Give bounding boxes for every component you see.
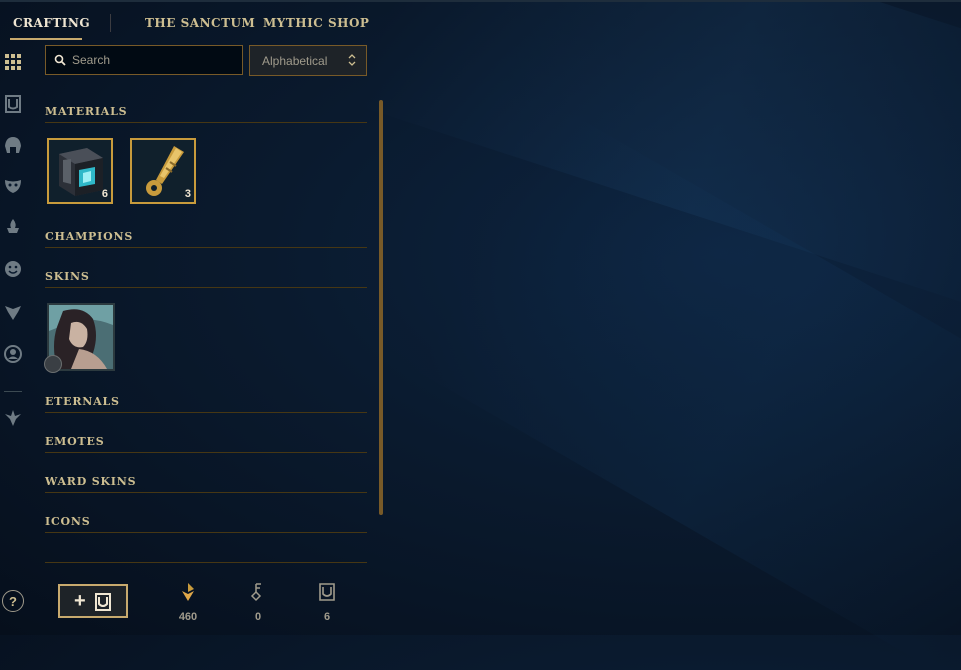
section-skins[interactable]: SKINS [45,265,367,288]
section-title: SKINS [45,270,90,283]
tab-crafting[interactable]: CRAFTING [13,16,90,30]
material-hextech-key[interactable]: 3 [130,138,196,204]
section-eternals[interactable]: ETERNALS [45,390,367,413]
scrollbar-thumb[interactable] [379,100,383,515]
sort-dropdown[interactable]: Alphabetical [249,45,367,76]
section-title: ETERNALS [45,395,120,408]
add-chest-button[interactable]: + [58,584,128,618]
chevron-updown-icon [348,54,356,66]
currency-value: 0 [254,611,262,623]
search-box [45,45,243,75]
orange-essence-icon [182,583,194,601]
material-hextech-chest[interactable]: 6 [47,138,113,204]
nav-divider [110,14,111,32]
section-title: EMOTES [45,435,105,448]
helmet-icon[interactable] [3,135,23,155]
active-tab-underline [10,38,82,40]
section-title: CHAMPIONS [45,230,134,243]
section-champions[interactable]: CHAMPIONS [45,225,367,248]
emote-icon[interactable] [3,259,23,279]
section-title: WARD SKINS [45,475,137,488]
tab-the-sanctum[interactable]: THE SANCTUM [145,16,255,30]
material-count: 6 [101,188,108,200]
profile-icon[interactable] [3,344,23,364]
footer-divider [45,562,367,563]
search-icon [54,54,66,66]
top-nav: CRAFTING THE SANCTUM MYTHIC SHOP [0,0,400,44]
currency-chests: 6 [307,580,347,623]
material-count: 3 [184,188,191,200]
search-input[interactable] [72,46,237,74]
mask-icon[interactable] [3,176,23,196]
grid-icon[interactable] [3,52,23,72]
chest-icon[interactable] [3,94,23,114]
tab-mythic-shop[interactable]: MYTHIC SHOP [263,16,369,30]
currency-key-fragments: 0 [238,580,278,623]
section-title: ICONS [45,515,91,528]
companion-icon[interactable] [3,408,23,428]
section-materials: MATERIALS [45,100,367,123]
help-icon[interactable]: ? [2,590,24,612]
currency-value: 460 [178,611,198,623]
key-fragment-icon [250,583,262,602]
currency-value: 6 [323,611,331,623]
section-title: MATERIALS [45,105,128,118]
section-ward-skins[interactable]: WARD SKINS [45,470,367,493]
chest-count-icon [319,583,335,601]
ward-icon[interactable] [3,217,23,237]
skin-rarity-badge [44,355,62,373]
currency-orange-essence: 460 [168,580,208,623]
section-icons[interactable]: ICONS [45,510,367,533]
plus-icon: + [74,590,86,612]
sort-selected-label: Alphabetical [262,54,328,68]
left-rail: ? [0,44,26,635]
chest-icon [95,593,111,611]
section-emotes[interactable]: EMOTES [45,430,367,453]
rail-separator [4,391,22,392]
eternal-icon[interactable] [3,302,23,322]
